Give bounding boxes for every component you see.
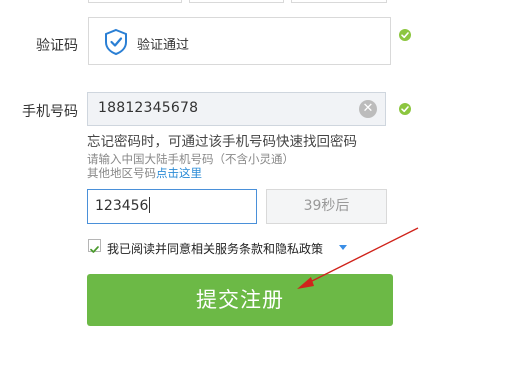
- annotation-arrow-icon: [297, 227, 419, 289]
